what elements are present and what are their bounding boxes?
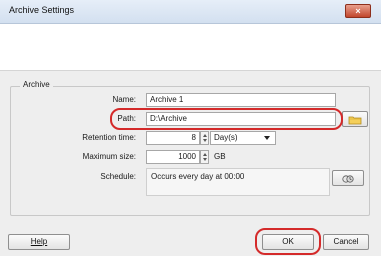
schedule-icon — [342, 175, 354, 183]
close-button[interactable]: × — [345, 4, 371, 18]
group-title: Archive — [20, 80, 53, 89]
cancel-button-label: Cancel — [333, 237, 359, 246]
max-size-label: Maximum size: — [82, 152, 136, 161]
retention-input[interactable]: 8 — [146, 131, 200, 145]
max-size-unit: GB — [214, 152, 226, 161]
schedule-value: Occurs every day at 00:00 — [151, 172, 245, 181]
help-button-label: Help — [30, 237, 48, 246]
window-title: Archive Settings — [9, 5, 75, 15]
header-banner — [0, 24, 381, 70]
name-field[interactable]: Archive 1 — [146, 93, 336, 107]
path-label: Path: — [117, 114, 136, 123]
folder-icon — [348, 116, 362, 125]
close-icon: × — [355, 6, 361, 16]
max-size-spinner[interactable] — [200, 150, 209, 164]
name-label: Name: — [112, 95, 136, 104]
schedule-box: Occurs every day at 00:00 — [146, 168, 330, 196]
retention-label: Retention time: — [82, 133, 136, 142]
title-bar: Archive Settings × — [0, 0, 381, 24]
retention-unit-value: Day(s) — [214, 133, 238, 142]
ok-button-label: OK — [282, 237, 294, 246]
cancel-button[interactable]: Cancel — [323, 234, 369, 250]
browse-button[interactable] — [342, 111, 368, 127]
schedule-label: Schedule: — [100, 172, 136, 181]
retention-spinner[interactable] — [200, 131, 209, 145]
max-size-input[interactable]: 1000 — [146, 150, 200, 164]
help-button[interactable]: Help — [8, 234, 70, 250]
chevron-down-icon — [264, 136, 270, 140]
ok-button[interactable]: OK — [262, 234, 314, 250]
path-field[interactable]: D:\Archive — [146, 112, 336, 126]
schedule-button[interactable] — [332, 170, 364, 186]
retention-unit-select[interactable]: Day(s) — [210, 131, 276, 145]
